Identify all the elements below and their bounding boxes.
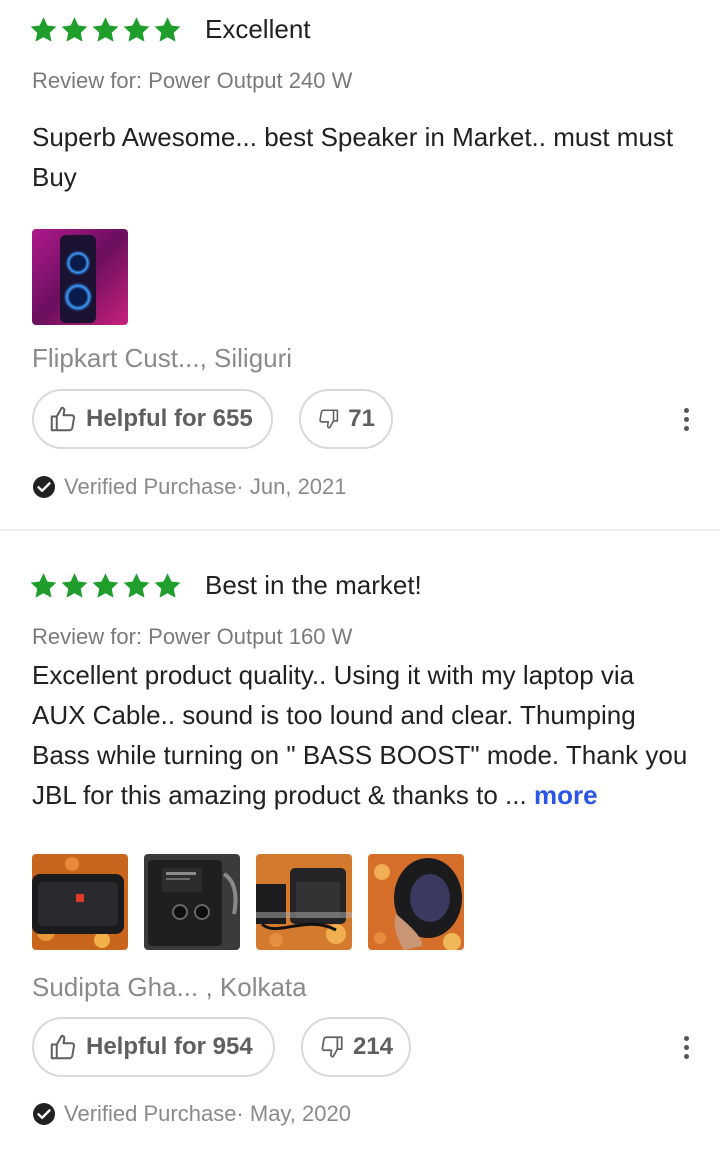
review-author: Sudipta Gha... , Kolkata [32,972,307,1002]
star-icon [59,571,90,601]
more-vertical-icon[interactable] [676,1032,696,1062]
review-card-2: Best in the market! Review for: Power Ou… [0,531,720,1159]
helpful-button[interactable]: Helpful for 655 [32,389,273,449]
helpful-label: Helpful for 655 [86,405,253,432]
review-photo[interactable] [256,854,352,950]
star-rating [28,15,183,45]
review-text: Excellent product quality.. Using it wit… [32,655,692,815]
review-title: Best in the market! [205,570,422,600]
thumbs-up-icon [50,406,76,432]
star-icon [28,15,59,45]
star-icon [59,15,90,45]
star-icon [28,571,59,601]
review-title: Excellent [205,14,311,44]
rating-row: Best in the market! [28,570,422,601]
verified-purchase: Verified Purchase· May, 2020 [32,1101,351,1127]
more-vertical-icon[interactable] [676,404,696,434]
unhelpful-button[interactable]: 214 [301,1017,411,1077]
review-author: Flipkart Cust..., Siliguri [32,343,293,373]
review-photo[interactable] [368,854,464,950]
star-icon [121,571,152,601]
verified-purchase: Verified Purchase· Jun, 2021 [32,474,347,500]
verified-check-icon [33,476,55,498]
review-actions: Helpful for 954 214 [32,1017,696,1077]
review-text-content: Superb Awesome... best Speaker in Market… [32,122,674,192]
review-photo[interactable] [144,854,240,950]
star-icon [90,571,121,601]
star-icon [121,15,152,45]
review-photo[interactable] [32,854,128,950]
review-variant: Review for: Power Output 160 W [32,624,353,649]
star-icon [152,571,183,601]
thumbs-down-icon [321,1036,343,1058]
review-actions: Helpful for 655 71 [32,389,696,449]
thumbs-down-icon [319,409,339,429]
helpful-label: Helpful for 954 [86,1033,253,1060]
rating-row: Excellent [28,14,311,45]
verified-label: Verified Purchase· Jun, 2021 [64,474,347,499]
review-card-1: Excellent Review for: Power Output 240 W… [0,0,720,529]
read-more-link[interactable]: more [534,780,598,810]
thumbs-up-icon [50,1034,76,1060]
star-icon [90,15,121,45]
star-rating [28,571,183,601]
review-photos [32,854,464,950]
helpful-button[interactable]: Helpful for 954 [32,1017,275,1077]
review-text: Superb Awesome... best Speaker in Market… [32,117,692,197]
unhelpful-button[interactable]: 71 [299,389,393,449]
verified-label: Verified Purchase· May, 2020 [64,1101,351,1126]
unhelpful-count: 214 [352,1033,393,1060]
review-photos [32,229,128,325]
review-variant: Review for: Power Output 240 W [32,68,353,93]
verified-check-icon [33,1103,55,1125]
unhelpful-count: 71 [348,405,375,432]
review-photo[interactable] [32,229,128,325]
star-icon [152,15,183,45]
